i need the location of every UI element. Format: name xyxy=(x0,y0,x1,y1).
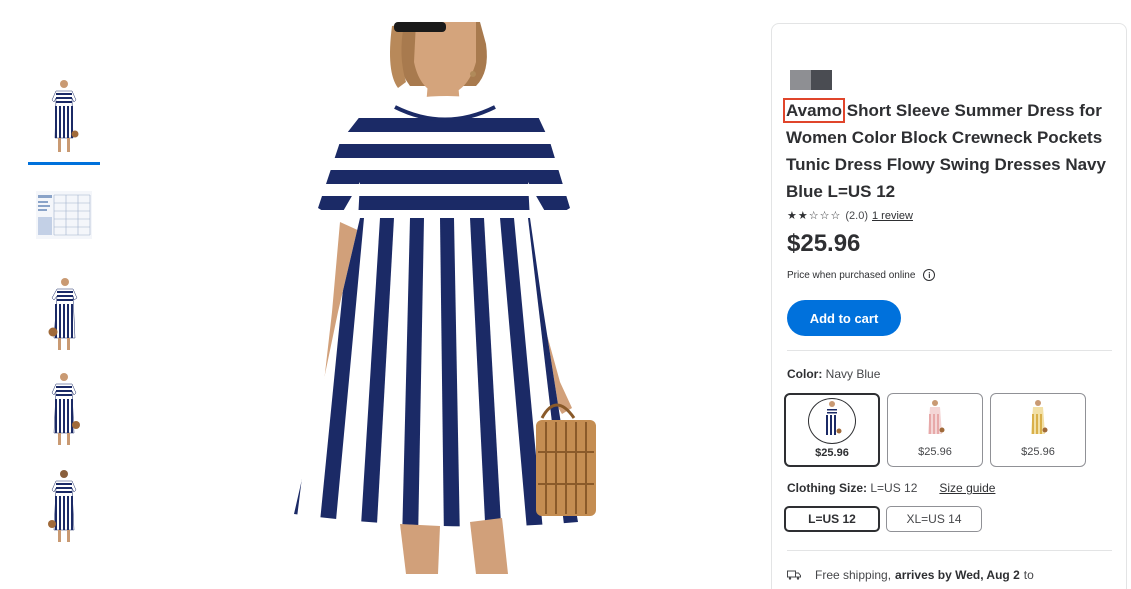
color-option-price: $25.96 xyxy=(815,447,849,459)
truck-icon xyxy=(787,570,801,580)
divider xyxy=(787,550,1112,551)
shipping-prefix: Free shipping, xyxy=(815,568,892,582)
color-selected-value: Navy Blue xyxy=(825,367,881,381)
color-swatch-image xyxy=(911,397,959,443)
dress-main-image xyxy=(294,22,596,574)
color-label-key: Color: xyxy=(787,367,823,381)
color-label: Color: Navy Blue xyxy=(787,367,880,381)
color-option-price: $25.96 xyxy=(1021,446,1055,458)
rating-value: (2.0) xyxy=(845,210,868,222)
review-count-link[interactable]: 1 review xyxy=(872,210,913,222)
dress-front-thumb-image xyxy=(51,80,79,152)
product-info-panel: Avamo Short Sleeve Summer Dress for Wome… xyxy=(771,23,1127,589)
size-label-row: Clothing Size: L=US 12 Size guide xyxy=(787,481,995,495)
size-chart-thumb-image xyxy=(36,191,92,239)
rating-stars: ★ ★ ☆ ☆ ☆ xyxy=(787,209,841,222)
brand-logo[interactable] xyxy=(790,70,832,90)
color-option-navy-blue[interactable]: $25.96 xyxy=(784,393,880,467)
product-price: $25.96 xyxy=(787,230,861,257)
pink-dress-swatch xyxy=(928,400,945,434)
star-empty-icon: ☆ xyxy=(830,209,841,222)
thumbnail-dress-bag[interactable] xyxy=(28,371,100,455)
price-note-row: Price when purchased online i xyxy=(787,269,936,281)
thumbnail-dress-side[interactable] xyxy=(28,276,100,360)
star-filled-icon: ★ xyxy=(787,209,797,222)
thumbnail-dress-back[interactable] xyxy=(28,468,100,552)
dress-side-thumb-image xyxy=(48,278,78,350)
thumbnail-size-chart[interactable] xyxy=(28,191,100,275)
dress-bag-thumb-image xyxy=(51,373,80,445)
price-note-text: Price when purchased online xyxy=(787,269,916,281)
yellow-dress-swatch xyxy=(1031,400,1048,434)
size-option-xl[interactable]: XL=US 14 xyxy=(886,506,982,532)
brand-name-link[interactable]: Avamo xyxy=(782,98,846,123)
dress-back-thumb-image xyxy=(48,470,77,542)
color-option-yellow[interactable]: $25.96 xyxy=(990,393,1086,467)
shipping-date: arrives by Wed, Aug 2 xyxy=(895,568,1020,582)
thumbnail-dress-front[interactable] xyxy=(28,78,100,162)
brand-logo-right xyxy=(811,70,832,90)
size-option-l[interactable]: L=US 12 xyxy=(784,506,880,532)
star-empty-icon: ☆ xyxy=(819,209,830,222)
size-label-key: Clothing Size: xyxy=(787,481,867,495)
size-guide-link[interactable]: Size guide xyxy=(939,481,995,495)
color-option-pink[interactable]: $25.96 xyxy=(887,393,983,467)
navy-dress-swatch xyxy=(825,401,842,435)
color-option-price: $25.96 xyxy=(918,446,952,458)
color-swatch-image xyxy=(808,398,856,444)
add-to-cart-button[interactable]: Add to cart xyxy=(787,300,901,336)
divider xyxy=(787,350,1112,351)
shipping-row: Free shipping, arrives by Wed, Aug 2 to xyxy=(787,568,1034,582)
star-empty-icon: ☆ xyxy=(808,209,819,222)
color-swatch-image xyxy=(1014,397,1062,443)
shipping-suffix: to xyxy=(1023,568,1034,582)
active-thumbnail-indicator xyxy=(28,162,100,165)
brand-logo-left xyxy=(790,70,811,90)
info-icon[interactable]: i xyxy=(923,269,936,281)
main-product-image[interactable] xyxy=(280,22,610,574)
star-filled-icon: ★ xyxy=(797,209,808,222)
rating-row: ★ ★ ☆ ☆ ☆ (2.0) 1 review xyxy=(787,210,913,222)
size-selected-value: L=US 12 xyxy=(870,481,918,495)
product-title: Avamo Short Sleeve Summer Dress for Wome… xyxy=(782,97,1116,205)
